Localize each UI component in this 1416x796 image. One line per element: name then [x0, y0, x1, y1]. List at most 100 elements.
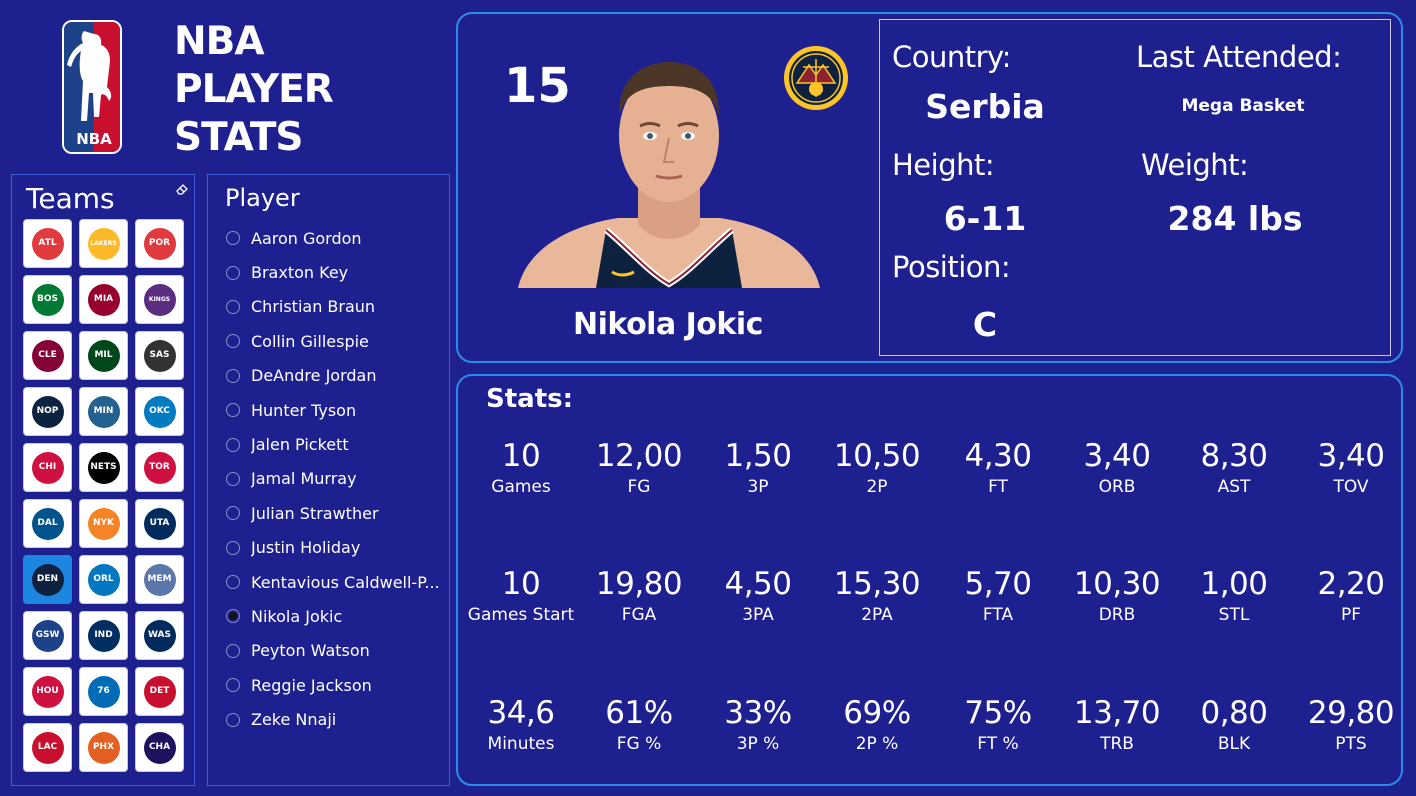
- stat-item: 5,70 FTA: [939, 566, 1057, 626]
- player-list-name: Jamal Murray: [251, 469, 357, 489]
- team-tile[interactable]: OKC: [135, 387, 184, 436]
- team-tile[interactable]: NETS: [79, 443, 128, 492]
- eraser-icon[interactable]: [174, 181, 190, 197]
- team-tile[interactable]: LAKERS: [79, 219, 128, 268]
- team-tile[interactable]: KINGS: [135, 275, 184, 324]
- team-tile[interactable]: MIA: [79, 275, 128, 324]
- team-tile[interactable]: CHA: [135, 723, 184, 772]
- radio-icon[interactable]: [226, 403, 240, 418]
- player-list-item[interactable]: Kentavious Caldwell-P...: [226, 565, 448, 599]
- player-list-item[interactable]: Reggie Jackson: [226, 668, 448, 702]
- radio-icon[interactable]: [226, 471, 240, 486]
- radio-icon[interactable]: [226, 368, 240, 383]
- stat-value: 33%: [724, 695, 792, 731]
- radio-icon[interactable]: [226, 540, 240, 555]
- stat-label: PTS: [1335, 734, 1367, 754]
- stat-value: 15,30: [833, 566, 921, 602]
- stat-label: 3P: [747, 477, 769, 497]
- radio-icon[interactable]: [226, 712, 240, 727]
- player-list-name: Kentavious Caldwell-P...: [251, 572, 440, 592]
- pelicans-logo-icon: NOP: [31, 395, 64, 428]
- raptors-logo-icon: TOR: [143, 451, 176, 484]
- team-tile[interactable]: MIL: [79, 331, 128, 380]
- stat-item: 12,00 FG: [580, 438, 698, 498]
- nuggets-logo-icon: DEN: [31, 563, 64, 596]
- player-list-item[interactable]: Jalen Pickett: [226, 427, 448, 461]
- stat-item: 10,50 2P: [818, 438, 936, 498]
- team-tile[interactable]: ATL: [23, 219, 72, 268]
- player-list-item[interactable]: Collin Gillespie: [226, 324, 448, 358]
- player-list-item[interactable]: DeAndre Jordan: [226, 359, 448, 393]
- player-list-item[interactable]: Zeke Nnaji: [226, 702, 448, 736]
- nba-logo: NBA: [62, 20, 122, 154]
- hornets-logo-icon: CHA: [143, 731, 176, 764]
- player-list-name: Jalen Pickett: [251, 435, 349, 455]
- radio-icon[interactable]: [226, 506, 240, 521]
- radio-icon[interactable]: [226, 575, 240, 590]
- team-tile[interactable]: POR: [135, 219, 184, 268]
- team-tile[interactable]: UTA: [135, 499, 184, 548]
- team-tile[interactable]: TOR: [135, 443, 184, 492]
- stat-label: PF: [1340, 605, 1362, 625]
- team-tile[interactable]: IND: [79, 611, 128, 660]
- player-list-item[interactable]: Julian Strawther: [226, 496, 448, 530]
- player-list-name: Collin Gillespie: [251, 331, 369, 351]
- team-tile[interactable]: GSW: [23, 611, 72, 660]
- team-tile[interactable]: NOP: [23, 387, 72, 436]
- stat-label: TRB: [1100, 734, 1134, 754]
- player-list-item[interactable]: Peyton Watson: [226, 634, 448, 668]
- radio-icon[interactable]: [226, 265, 240, 280]
- magic-logo-icon: ORL: [87, 563, 120, 596]
- player-list-item[interactable]: Aaron Gordon: [226, 221, 448, 255]
- player-list-item[interactable]: Justin Holiday: [226, 531, 448, 565]
- player-title: Player: [225, 184, 300, 212]
- team-tile[interactable]: HOU: [23, 667, 72, 716]
- radio-icon[interactable]: [226, 643, 240, 658]
- player-list-item[interactable]: Christian Braun: [226, 290, 448, 324]
- team-tile[interactable]: LAC: [23, 723, 72, 772]
- stat-item: 34,6 Minutes: [462, 695, 580, 755]
- stat-label: FT: [988, 477, 1008, 497]
- mavericks-logo-icon: DAL: [31, 507, 64, 540]
- team-tile[interactable]: CLE: [23, 331, 72, 380]
- player-list-item[interactable]: Jamal Murray: [226, 462, 448, 496]
- team-tile[interactable]: NYK: [79, 499, 128, 548]
- radio-checked-icon[interactable]: [226, 609, 240, 624]
- radio-icon[interactable]: [226, 299, 240, 314]
- height-value: 6-11: [943, 199, 1027, 238]
- stat-item: 1,00 STL: [1175, 566, 1293, 626]
- team-tile[interactable]: 76: [79, 667, 128, 716]
- team-tile[interactable]: MIN: [79, 387, 128, 436]
- radio-icon[interactable]: [226, 334, 240, 349]
- team-tile[interactable]: DAL: [23, 499, 72, 548]
- player-list-item[interactable]: Hunter Tyson: [226, 393, 448, 427]
- team-tile[interactable]: CHI: [23, 443, 72, 492]
- stat-value: 13,70: [1073, 695, 1161, 731]
- team-tile[interactable]: SAS: [135, 331, 184, 380]
- team-tile[interactable]: MEM: [135, 555, 184, 604]
- team-tile[interactable]: DEN: [23, 555, 72, 604]
- teams-title: Teams: [26, 182, 115, 215]
- player-list-item[interactable]: Braxton Key: [226, 255, 448, 289]
- team-tile[interactable]: DET: [135, 667, 184, 716]
- stat-value: 1,00: [1200, 566, 1268, 602]
- radio-icon[interactable]: [226, 678, 240, 693]
- player-list-name: Peyton Watson: [251, 641, 370, 661]
- team-tile[interactable]: PHX: [79, 723, 128, 772]
- stat-value: 4,50: [724, 566, 792, 602]
- team-tile[interactable]: ORL: [79, 555, 128, 604]
- stat-item: 3,40 TOV: [1292, 438, 1410, 498]
- team-tile[interactable]: WAS: [135, 611, 184, 660]
- player-list-name: Aaron Gordon: [251, 228, 362, 248]
- team-tile[interactable]: BOS: [23, 275, 72, 324]
- stat-label: ORB: [1098, 477, 1136, 497]
- radio-icon[interactable]: [226, 231, 240, 246]
- radio-icon[interactable]: [226, 437, 240, 452]
- clippers-logo-icon: LAC: [31, 731, 64, 764]
- stat-item: 15,30 2PA: [818, 566, 936, 626]
- stat-label: DRB: [1098, 605, 1136, 625]
- player-list-item[interactable]: Nikola Jokic: [226, 599, 448, 633]
- player-list-name: Justin Holiday: [251, 538, 361, 558]
- stat-label: FG %: [616, 734, 662, 754]
- pistons-logo-icon: DET: [143, 675, 176, 708]
